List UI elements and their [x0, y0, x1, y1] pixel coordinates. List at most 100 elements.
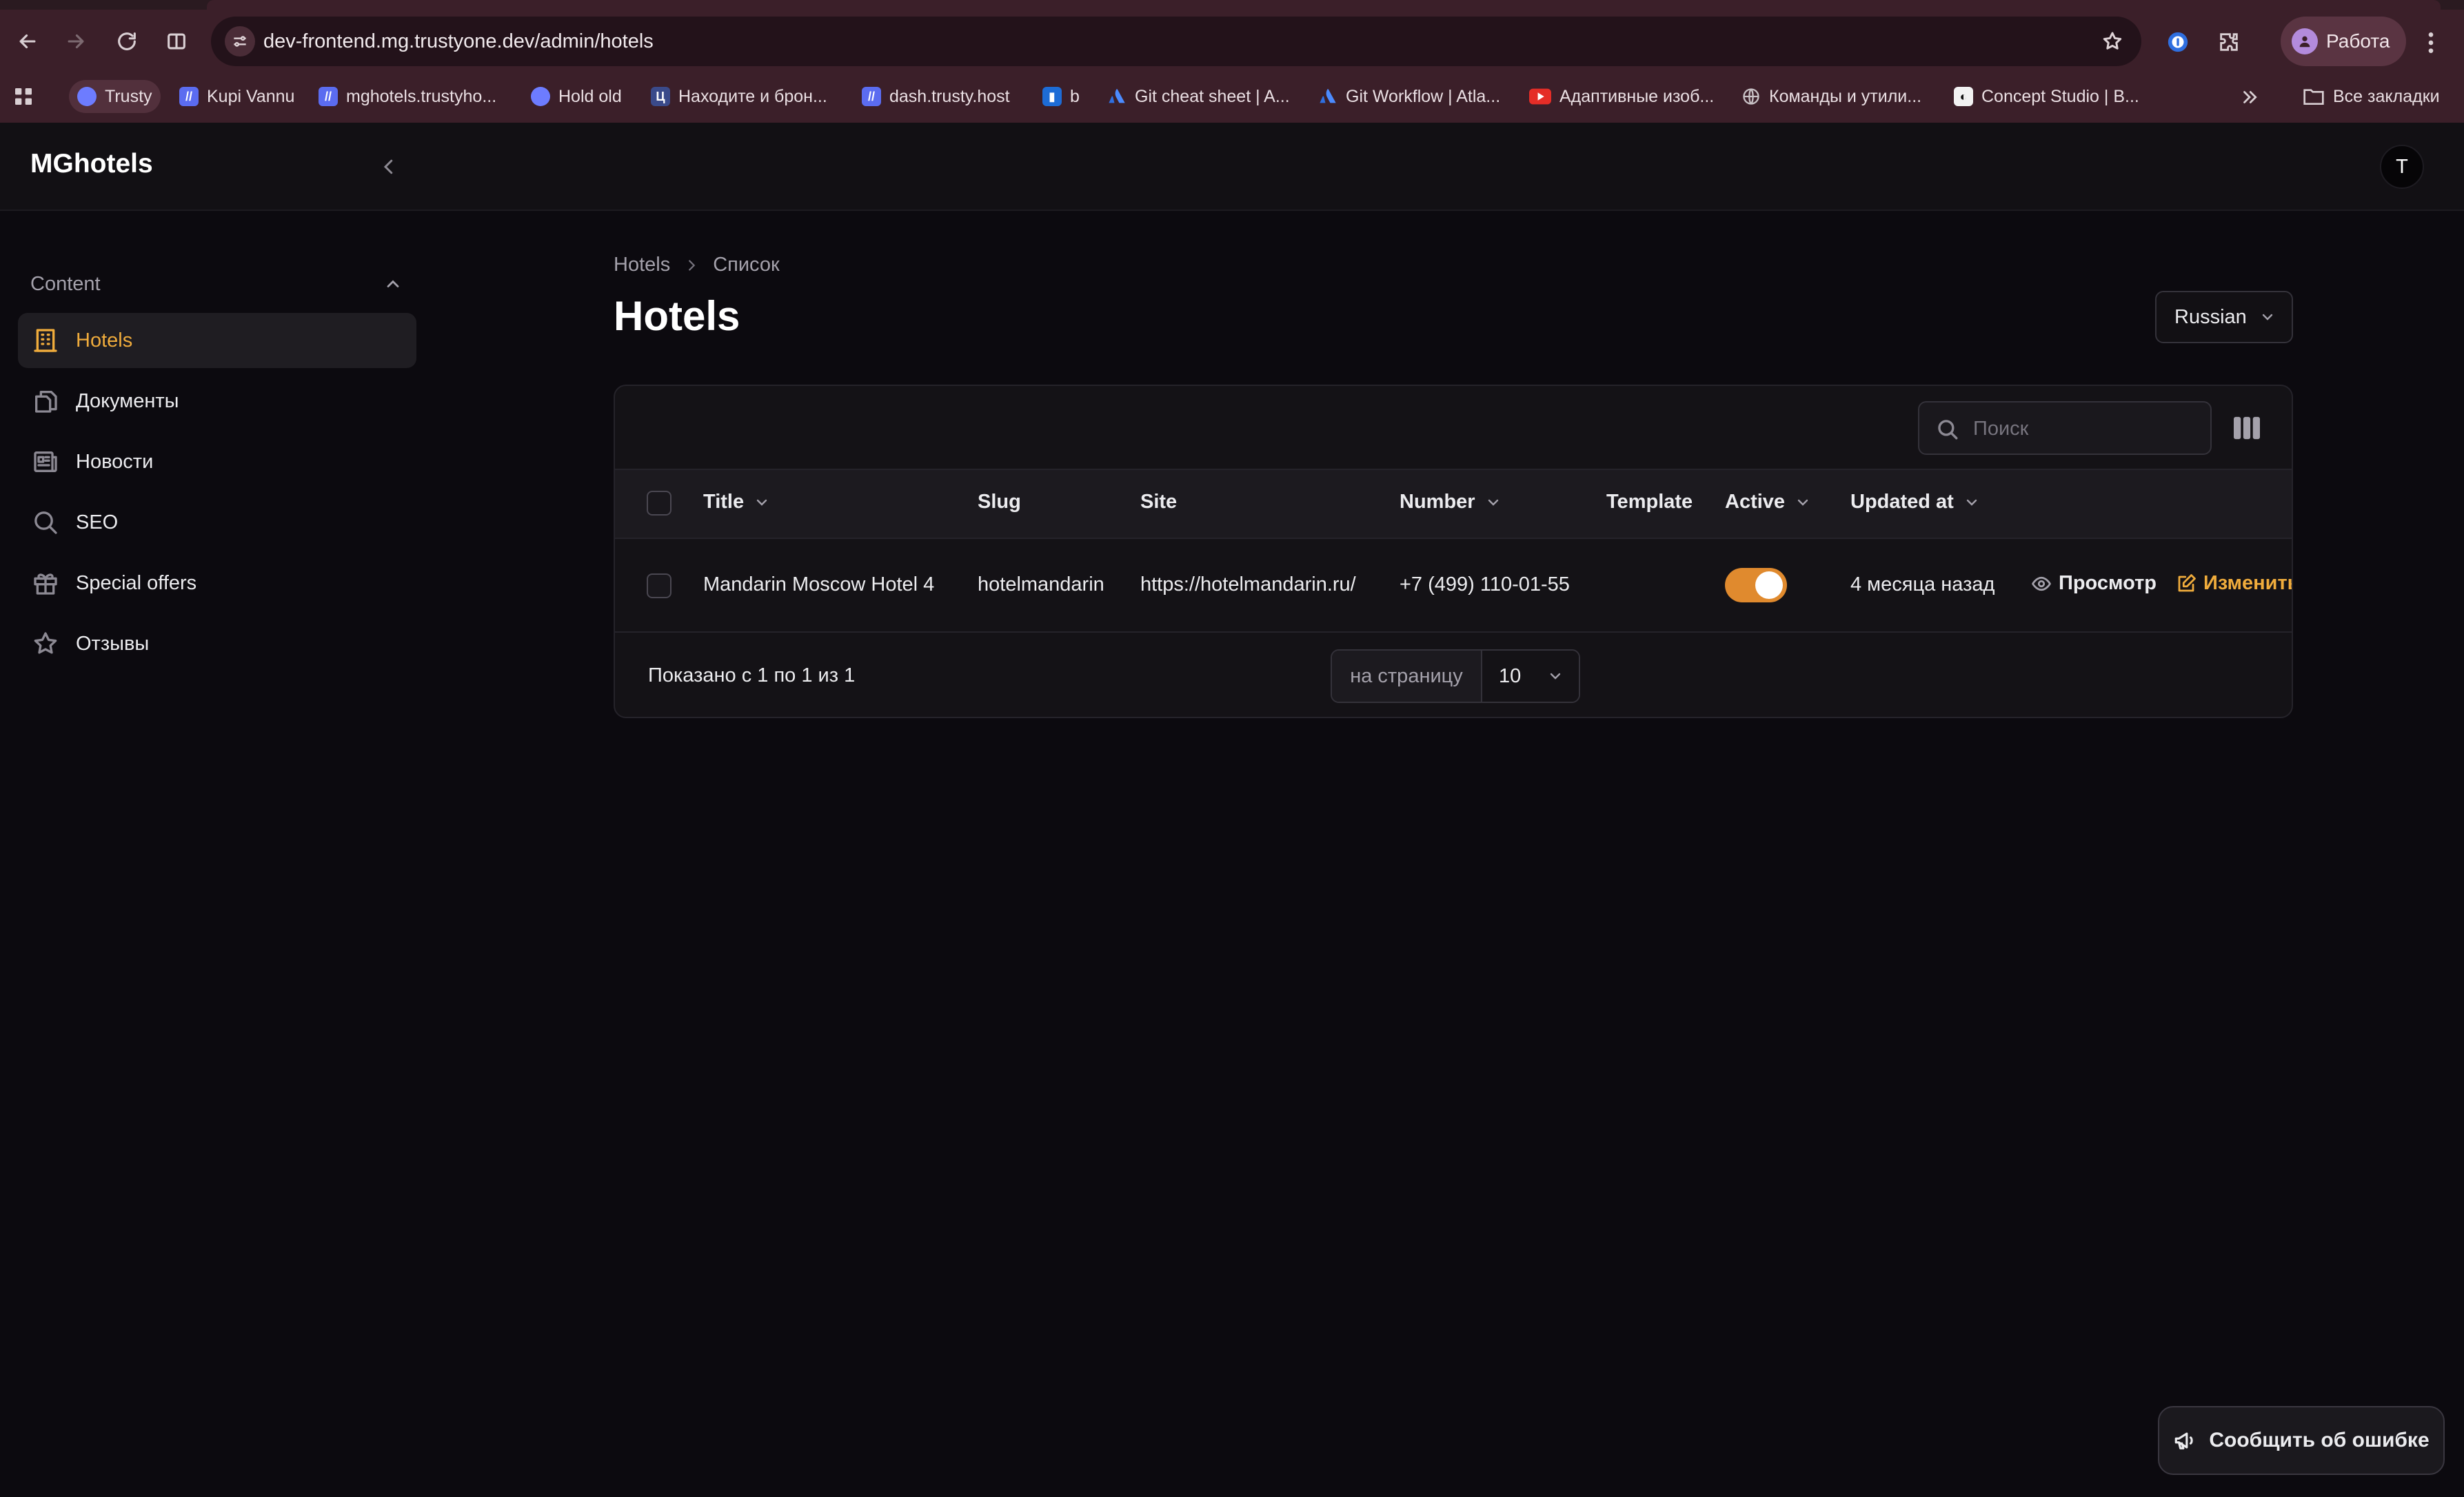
bookmark-label: Команды и утили...	[1769, 86, 1922, 106]
all-bookmarks[interactable]: Все закладки	[2303, 80, 2440, 113]
slash-favicon: //	[862, 87, 881, 106]
chevron-left-icon	[383, 159, 393, 174]
chevron-up-icon	[387, 280, 399, 287]
hotels-table-card: Title Slug Site Number Template Active U…	[614, 385, 2293, 718]
chevron-double-right-icon[interactable]	[2239, 87, 2260, 108]
report-bug-button[interactable]: Сообщить об ошибке	[2158, 1406, 2445, 1475]
trello-favicon: ▮	[1042, 87, 1062, 106]
sidebar-item-documents[interactable]: Документы	[18, 374, 416, 429]
booking-favicon: Ц	[651, 87, 670, 106]
eye-icon	[2032, 576, 2051, 591]
megaphone-icon	[2175, 1432, 2194, 1449]
apps-grid-icon[interactable]	[12, 85, 34, 108]
breadcrumb: Hotels Список	[614, 254, 780, 276]
bookmark-commands[interactable]: Команды и утили...	[1741, 80, 1921, 113]
cell-updated-at: 4 месяца назад	[1850, 573, 1995, 595]
sidebar-item-label: Документы	[76, 389, 179, 412]
cell-number: +7 (499) 110-01-55	[1400, 573, 1570, 595]
address-bar[interactable]: dev-frontend.mg.trustyone.dev/admin/hote…	[211, 17, 2141, 66]
column-title[interactable]: Title	[703, 491, 770, 513]
profile-button[interactable]: Работа	[2281, 17, 2406, 66]
trusty-favicon	[77, 87, 97, 106]
column-site: Site	[1140, 491, 1177, 513]
sidebar-group-content[interactable]: Content	[30, 267, 403, 301]
select-all-checkbox[interactable]	[647, 491, 671, 516]
cell-title: Mandarin Moscow Hotel 4	[703, 573, 935, 595]
forward-button[interactable]	[57, 22, 95, 61]
report-bug-label: Сообщить об ошибке	[2209, 1429, 2430, 1452]
extensions-button[interactable]	[2213, 26, 2245, 58]
user-avatar[interactable]: T	[2380, 145, 2424, 189]
column-active[interactable]: Active	[1725, 491, 1811, 513]
site-info-button[interactable]	[225, 26, 255, 57]
per-page-select[interactable]: на страницу 10	[1331, 649, 1580, 703]
bookmark-b[interactable]: ▮ b	[1042, 80, 1080, 113]
bookmark-star-button[interactable]	[2097, 26, 2128, 57]
chevron-right-icon	[689, 259, 696, 271]
table-row[interactable]: Mandarin Moscow Hotel 4 hotelmandarin ht…	[615, 539, 2292, 633]
search-icon	[1938, 420, 1958, 440]
sidebar-item-news[interactable]: Новости	[18, 434, 416, 489]
edit-icon	[2178, 573, 2196, 591]
sidebar-item-special-offers[interactable]: Special offers	[18, 556, 416, 611]
per-page-value-box[interactable]: 10	[1482, 651, 1579, 702]
search-input[interactable]	[1973, 414, 2194, 444]
sidebar-item-label: SEO	[76, 511, 119, 533]
column-label: Number	[1400, 491, 1475, 513]
language-select[interactable]: Russian	[2155, 291, 2293, 343]
sidebar-item-label: Special offers	[76, 571, 197, 594]
bookmark-hold-old[interactable]: Hold old	[531, 80, 622, 113]
table-footer: Показано с 1 по 1 из 1 на страницу 10	[615, 633, 2292, 717]
sidebar-item-label: Hotels	[76, 329, 133, 352]
sidebar-item-hotels[interactable]: Hotels	[18, 313, 416, 368]
view-button[interactable]: Просмотр	[2031, 572, 2157, 595]
collapse-sidebar-button[interactable]	[372, 150, 405, 183]
back-button[interactable]	[8, 22, 47, 61]
bookmark-concept-studio[interactable]: ◐ Concept Studio | B...	[1954, 80, 2139, 113]
sidebar: Content Hotels Документы Новости SEO Spe…	[0, 211, 434, 1497]
split-view-button[interactable]	[157, 22, 196, 61]
cell-slug: hotelmandarin	[978, 573, 1104, 595]
bookmark-adaptive-images[interactable]: Адаптивные изоб...	[1529, 80, 1714, 113]
columns-toggle-button[interactable]	[2230, 412, 2264, 444]
bookmark-dash-trusty[interactable]: // dash.trusty.host	[862, 80, 1010, 113]
active-toggle[interactable]	[1725, 568, 1787, 602]
url-text[interactable]: dev-frontend.mg.trustyone.dev/admin/hote…	[263, 30, 654, 53]
column-updated-at[interactable]: Updated at	[1850, 491, 1980, 513]
bookmark-label: dash.trusty.host	[889, 86, 1010, 106]
bookmark-git-cheat-sheet[interactable]: Git cheat sheet | A...	[1107, 80, 1290, 113]
active-tab[interactable]	[207, 0, 2441, 10]
table-header: Title Slug Site Number Template Active U…	[615, 470, 2292, 539]
profile-label: Работа	[2326, 30, 2390, 52]
row-checkbox[interactable]	[647, 573, 671, 598]
sidebar-item-label: Новости	[76, 450, 154, 473]
table-search[interactable]	[1918, 401, 2212, 455]
reload-button[interactable]	[108, 22, 146, 61]
bookmark-kupi-vannu[interactable]: // Kupi Vannu	[179, 80, 294, 113]
bookmark-mghotels[interactable]: // mghotels.trustyho...	[319, 80, 496, 113]
bookmark-trusty[interactable]: Trusty	[69, 80, 161, 113]
edit-button[interactable]: Изменить	[2176, 572, 2292, 595]
column-number[interactable]: Number	[1400, 491, 1502, 513]
trusty-favicon	[531, 87, 550, 106]
star-icon	[2103, 32, 2122, 50]
sort-chevron-icon	[1488, 499, 1498, 506]
pagination-summary: Показано с 1 по 1 из 1	[648, 664, 856, 686]
sidebar-item-seo[interactable]: SEO	[18, 495, 416, 550]
password-manager-extension[interactable]	[2162, 26, 2194, 58]
column-label: Template	[1606, 491, 1693, 513]
cell-site: https://hotelmandarin.ru/	[1140, 573, 1356, 595]
column-label: Site	[1140, 491, 1178, 513]
more-vert-icon[interactable]	[2417, 29, 2445, 57]
bookmark-booking[interactable]: Ц Находите и брон...	[651, 80, 827, 113]
sidebar-item-label: Отзывы	[76, 632, 150, 655]
breadcrumb-hotels[interactable]: Hotels	[614, 254, 670, 276]
brand-logo[interactable]: MGhotels	[30, 149, 153, 179]
bookmark-label: Git Workflow | Atla...	[1346, 86, 1501, 106]
sidebar-group-label: Content	[30, 272, 101, 295]
star-icon	[34, 632, 57, 654]
sidebar-item-reviews[interactable]: Отзывы	[18, 616, 416, 671]
column-label: Active	[1725, 491, 1786, 513]
bookmark-git-workflow[interactable]: Git Workflow | Atla...	[1318, 80, 1500, 113]
column-label: Title	[703, 491, 745, 513]
